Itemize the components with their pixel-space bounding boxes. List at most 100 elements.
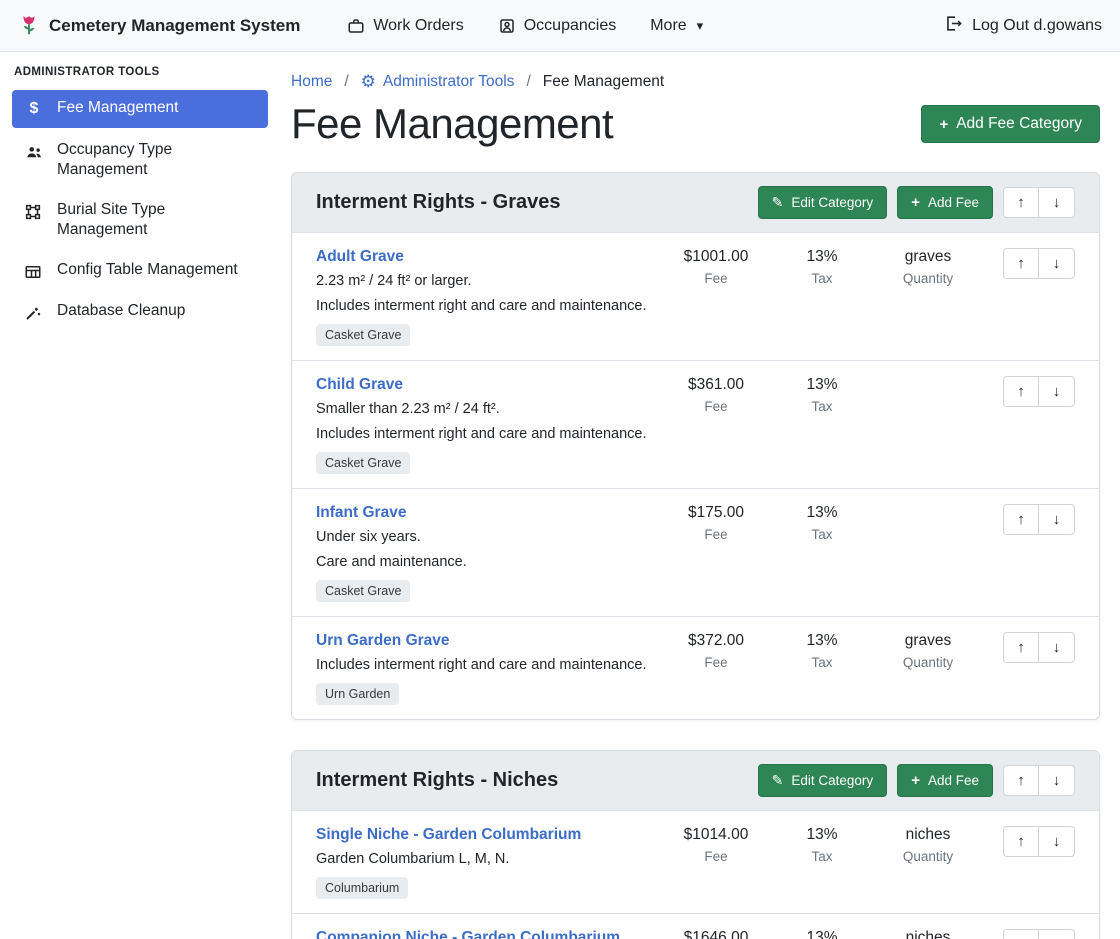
fee-name-link[interactable]: Companion Niche - Garden Columbarium — [316, 929, 620, 939]
edit-category-button[interactable]: ✎ Edit Category — [758, 186, 888, 219]
fee-amount-cell: $1014.00 Fee — [663, 826, 769, 864]
fee-move-down-button[interactable]: ↓ — [1039, 632, 1075, 663]
category-move-up-button[interactable]: ↑ — [1003, 765, 1039, 796]
fee-amount-cell: $1646.00 Fee — [663, 929, 769, 939]
fee-quantity-unit: niches — [875, 929, 981, 939]
fee-quantity-label: Quantity — [875, 849, 981, 864]
fee-quantity-cell: graves Quantity — [875, 632, 981, 670]
fee-amount: $372.00 — [663, 632, 769, 650]
add-fee-button[interactable]: + Add Fee — [897, 764, 993, 797]
arrow-down-icon: ↓ — [1053, 639, 1061, 656]
fee-tag: Casket Grave — [316, 580, 410, 602]
arrow-down-icon: ↓ — [1053, 772, 1061, 789]
fee-amount-cell: $372.00 Fee — [663, 632, 769, 670]
add-fee-label: Add Fee — [928, 195, 979, 210]
fee-name-link[interactable]: Child Grave — [316, 376, 403, 394]
category-title: Interment Rights - Graves — [316, 191, 561, 214]
sidebar-item-occupancy-type-management[interactable]: Occupancy Type Management — [12, 132, 268, 188]
chevron-down-icon: ▾ — [697, 18, 704, 34]
category-move-down-button[interactable]: ↓ — [1039, 765, 1075, 796]
fee-quantity-label: Quantity — [875, 271, 981, 286]
fee-move-up-button[interactable]: ↑ — [1003, 826, 1039, 857]
add-fee-category-button[interactable]: + Add Fee Category — [921, 105, 1100, 143]
sidebar-item-label: Occupancy Type Management — [57, 140, 256, 180]
fee-amount: $1001.00 — [663, 248, 769, 266]
nav-occupancies[interactable]: Occupancies — [498, 17, 617, 35]
fee-name-link[interactable]: Adult Grave — [316, 248, 404, 266]
fee-move-up-button[interactable]: ↑ — [1003, 929, 1039, 939]
category-header: Interment Rights - Niches ✎ Edit Categor… — [292, 751, 1099, 810]
arrow-down-icon: ↓ — [1053, 194, 1061, 211]
sidebar-item-database-cleanup[interactable]: Database Cleanup — [12, 293, 268, 330]
tulip-logo-icon — [18, 14, 40, 38]
category-title: Interment Rights - Niches — [316, 769, 558, 792]
fee-quantity-unit: graves — [875, 248, 981, 266]
plus-icon: + — [911, 772, 920, 789]
plus-icon: + — [911, 194, 920, 211]
sidebar-item-label: Burial Site Type Management — [57, 200, 256, 240]
fee-move-down-button[interactable]: ↓ — [1039, 504, 1075, 535]
fee-tax: 13% — [769, 632, 875, 650]
fee-tax-cell: 13% Tax — [769, 826, 875, 864]
plus-icon: + — [939, 116, 948, 133]
fee-description: Includes interment right and care and ma… — [316, 298, 655, 314]
nav-more-dropdown[interactable]: More ▾ — [650, 17, 703, 35]
logout-button[interactable]: Log Out d.gowans — [944, 14, 1102, 38]
arrow-up-icon: ↑ — [1017, 511, 1025, 528]
app-brand[interactable]: Cemetery Management System — [18, 14, 300, 38]
nav-work-orders-label: Work Orders — [373, 17, 463, 35]
fee-name-link[interactable]: Single Niche - Garden Columbarium — [316, 826, 581, 844]
edit-category-button[interactable]: ✎ Edit Category — [758, 764, 888, 797]
sidebar-item-burial-site-type-management[interactable]: Burial Site Type Management — [12, 192, 268, 248]
edit-category-label: Edit Category — [791, 773, 873, 788]
add-fee-category-label: Add Fee Category — [956, 115, 1082, 133]
fee-description: Includes interment right and care and ma… — [316, 426, 655, 442]
add-fee-button[interactable]: + Add Fee — [897, 186, 993, 219]
fee-move-up-button[interactable]: ↑ — [1003, 504, 1039, 535]
sidebar-item-fee-management[interactable]: $ Fee Management — [12, 90, 268, 128]
fee-name-link[interactable]: Infant Grave — [316, 504, 406, 522]
category-card-graves: Interment Rights - Graves ✎ Edit Categor… — [291, 172, 1100, 720]
fee-move-down-button[interactable]: ↓ — [1039, 826, 1075, 857]
fee-move-up-button[interactable]: ↑ — [1003, 632, 1039, 663]
fee-tax-cell: 13% Tax — [769, 376, 875, 414]
arrow-up-icon: ↑ — [1017, 833, 1025, 850]
breadcrumb-home-link[interactable]: Home — [291, 73, 332, 91]
sidebar-item-label: Database Cleanup — [57, 301, 185, 321]
fee-quantity-cell: graves Quantity — [875, 248, 981, 286]
nav-work-orders[interactable]: Work Orders — [347, 17, 463, 35]
edit-category-label: Edit Category — [791, 195, 873, 210]
fee-move-up-button[interactable]: ↑ — [1003, 376, 1039, 407]
fee-amount-label: Fee — [663, 527, 769, 542]
gear-icon: ⚙ — [361, 72, 376, 92]
breadcrumb-admin-tools-link[interactable]: ⚙ Administrator Tools — [361, 72, 515, 92]
app-title: Cemetery Management System — [49, 16, 300, 36]
fee-row: Single Niche - Garden Columbarium Garden… — [292, 810, 1099, 913]
fee-amount: $361.00 — [663, 376, 769, 394]
fee-tax-label: Tax — [769, 271, 875, 286]
fee-move-down-button[interactable]: ↓ — [1039, 376, 1075, 407]
breadcrumb-separator: / — [344, 73, 348, 91]
fee-move-up-button[interactable]: ↑ — [1003, 248, 1039, 279]
fee-row: Child Grave Smaller than 2.23 m² / 24 ft… — [292, 360, 1099, 488]
fee-tax-cell: 13% Tax — [769, 248, 875, 286]
people-icon — [24, 141, 44, 161]
fee-move-down-button[interactable]: ↓ — [1039, 929, 1075, 939]
sidebar-item-config-table-management[interactable]: Config Table Management — [12, 252, 268, 289]
category-move-down-button[interactable]: ↓ — [1039, 187, 1075, 218]
fee-name-link[interactable]: Urn Garden Grave — [316, 632, 450, 650]
category-move-up-button[interactable]: ↑ — [1003, 187, 1039, 218]
fee-description: Smaller than 2.23 m² / 24 ft². — [316, 401, 655, 417]
fee-tax: 13% — [769, 929, 875, 939]
fee-amount: $175.00 — [663, 504, 769, 522]
add-fee-label: Add Fee — [928, 773, 979, 788]
fee-amount-cell: $1001.00 Fee — [663, 248, 769, 286]
fee-row: Urn Garden Grave Includes interment righ… — [292, 616, 1099, 719]
fee-amount-label: Fee — [663, 271, 769, 286]
dollar-icon: $ — [24, 99, 44, 120]
fee-move-down-button[interactable]: ↓ — [1039, 248, 1075, 279]
occupancies-icon — [498, 17, 516, 35]
arrow-down-icon: ↓ — [1053, 383, 1061, 400]
sidebar-item-label: Config Table Management — [57, 260, 238, 280]
fee-row: Companion Niche - Garden Columbarium Gar… — [292, 913, 1099, 939]
